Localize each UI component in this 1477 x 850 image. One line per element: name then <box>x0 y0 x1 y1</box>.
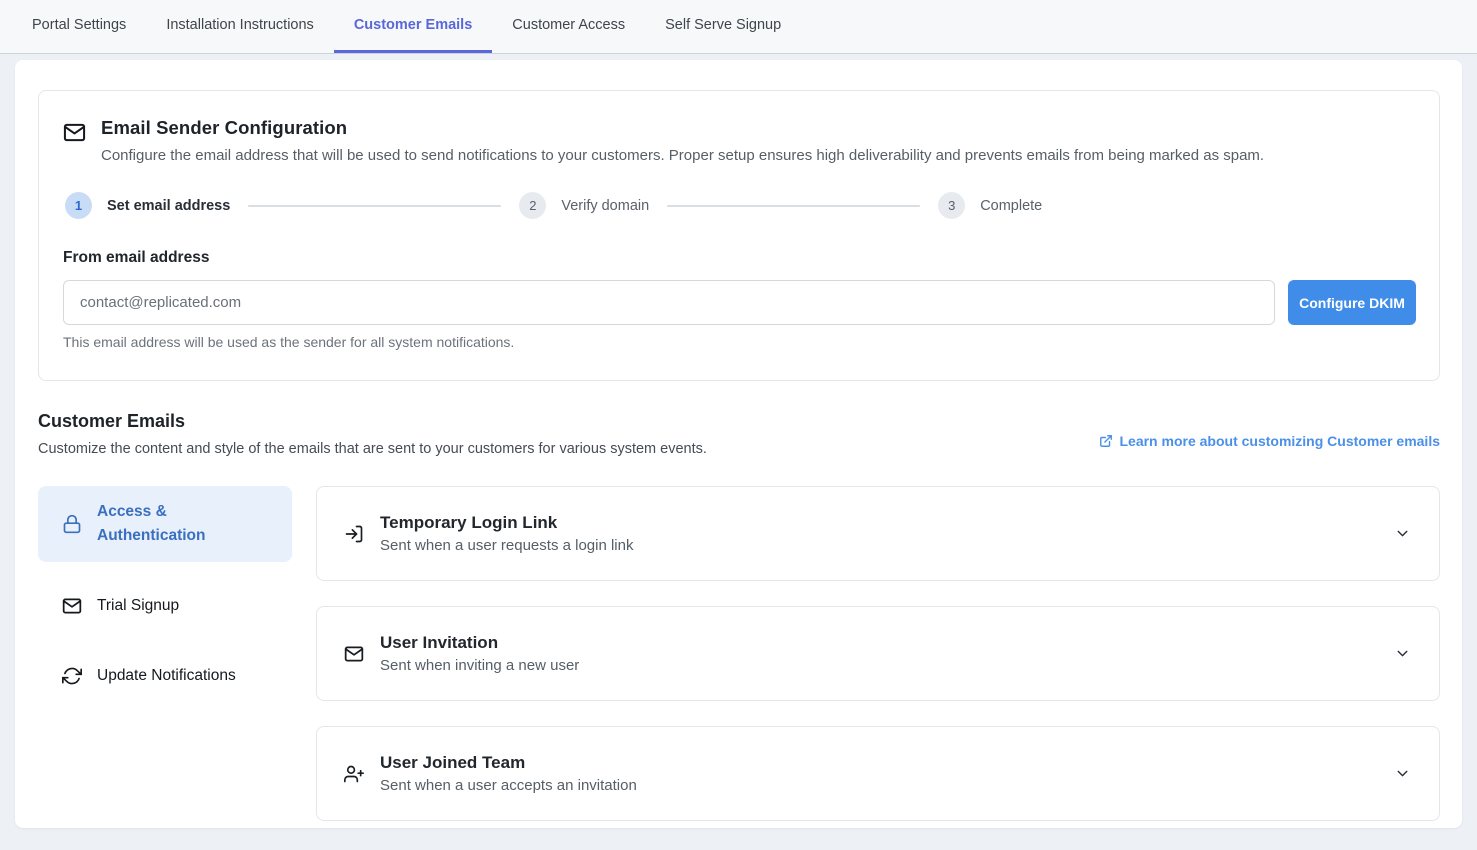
template-description: Sent when a user requests a login link <box>380 537 633 554</box>
from-email-help-text: This email address will be used as the s… <box>63 334 1416 350</box>
user-plus-icon <box>344 764 364 784</box>
step-connector-line <box>667 205 920 207</box>
chevron-down-icon[interactable] <box>1394 525 1411 542</box>
from-email-input[interactable] <box>63 280 1275 325</box>
mail-icon <box>344 644 364 664</box>
sender-config-stepper: 1 Set email address 2 Verify domain 3 Co… <box>63 192 1416 219</box>
step-verify-domain: 2 Verify domain <box>519 192 649 219</box>
settings-tab-bar: Portal Settings Installation Instruction… <box>0 0 1477 54</box>
email-category-sidebar: Access & Authentication Trial Signup Upd… <box>38 486 292 828</box>
learn-more-label: Learn more about customizing Customer em… <box>1119 433 1440 449</box>
external-link-icon <box>1099 434 1113 448</box>
template-card-temporary-login-link[interactable]: Temporary Login Link Sent when a user re… <box>316 486 1440 581</box>
sender-config-description: Configure the email address that will be… <box>101 147 1264 164</box>
tab-self-serve-signup[interactable]: Self Serve Signup <box>645 0 801 53</box>
step-connector-line <box>248 205 501 207</box>
refresh-icon <box>62 666 82 686</box>
step-number-badge: 1 <box>65 192 92 219</box>
email-sender-configuration-card: Email Sender Configuration Configure the… <box>38 90 1440 381</box>
mail-icon <box>63 117 101 144</box>
step-set-email-address: 1 Set email address <box>65 192 230 219</box>
log-in-icon <box>344 524 364 544</box>
mail-icon <box>62 596 82 616</box>
sidebar-item-label: Access & Authentication <box>97 500 276 548</box>
sidebar-item-trial-signup[interactable]: Trial Signup <box>38 580 292 632</box>
sidebar-item-label: Update Notifications <box>97 664 236 688</box>
template-card-user-joined-team[interactable]: User Joined Team Sent when a user accept… <box>316 726 1440 821</box>
step-label: Verify domain <box>561 198 649 214</box>
template-title: User Joined Team <box>380 753 637 773</box>
template-title: Temporary Login Link <box>380 513 633 533</box>
configure-dkim-button[interactable]: Configure DKIM <box>1288 280 1416 325</box>
template-description: Sent when a user accepts an invitation <box>380 777 637 794</box>
customer-emails-panel: Email Sender Configuration Configure the… <box>15 60 1462 828</box>
sidebar-item-label: Trial Signup <box>97 594 179 618</box>
lock-icon <box>62 514 82 534</box>
sender-config-title: Email Sender Configuration <box>101 117 1264 139</box>
template-title: User Invitation <box>380 633 579 653</box>
chevron-down-icon[interactable] <box>1394 765 1411 782</box>
step-complete: 3 Complete <box>938 192 1042 219</box>
tab-customer-access[interactable]: Customer Access <box>492 0 645 53</box>
customer-emails-description: Customize the content and style of the e… <box>38 441 707 457</box>
customer-emails-title: Customer Emails <box>38 411 707 432</box>
sidebar-item-access-authentication[interactable]: Access & Authentication <box>38 486 292 562</box>
learn-more-link[interactable]: Learn more about customizing Customer em… <box>1099 425 1440 457</box>
step-label: Set email address <box>107 198 230 214</box>
tab-installation-instructions[interactable]: Installation Instructions <box>146 0 334 53</box>
template-card-user-invitation[interactable]: User Invitation Sent when inviting a new… <box>316 606 1440 701</box>
template-description: Sent when inviting a new user <box>380 657 579 674</box>
step-number-badge: 3 <box>938 192 965 219</box>
from-email-label: From email address <box>63 249 1416 267</box>
tab-customer-emails[interactable]: Customer Emails <box>334 0 492 53</box>
tab-portal-settings[interactable]: Portal Settings <box>12 0 146 53</box>
sidebar-item-update-notifications[interactable]: Update Notifications <box>38 650 292 702</box>
step-label: Complete <box>980 198 1042 214</box>
chevron-down-icon[interactable] <box>1394 645 1411 662</box>
email-template-list: Temporary Login Link Sent when a user re… <box>316 486 1440 828</box>
step-number-badge: 2 <box>519 192 546 219</box>
